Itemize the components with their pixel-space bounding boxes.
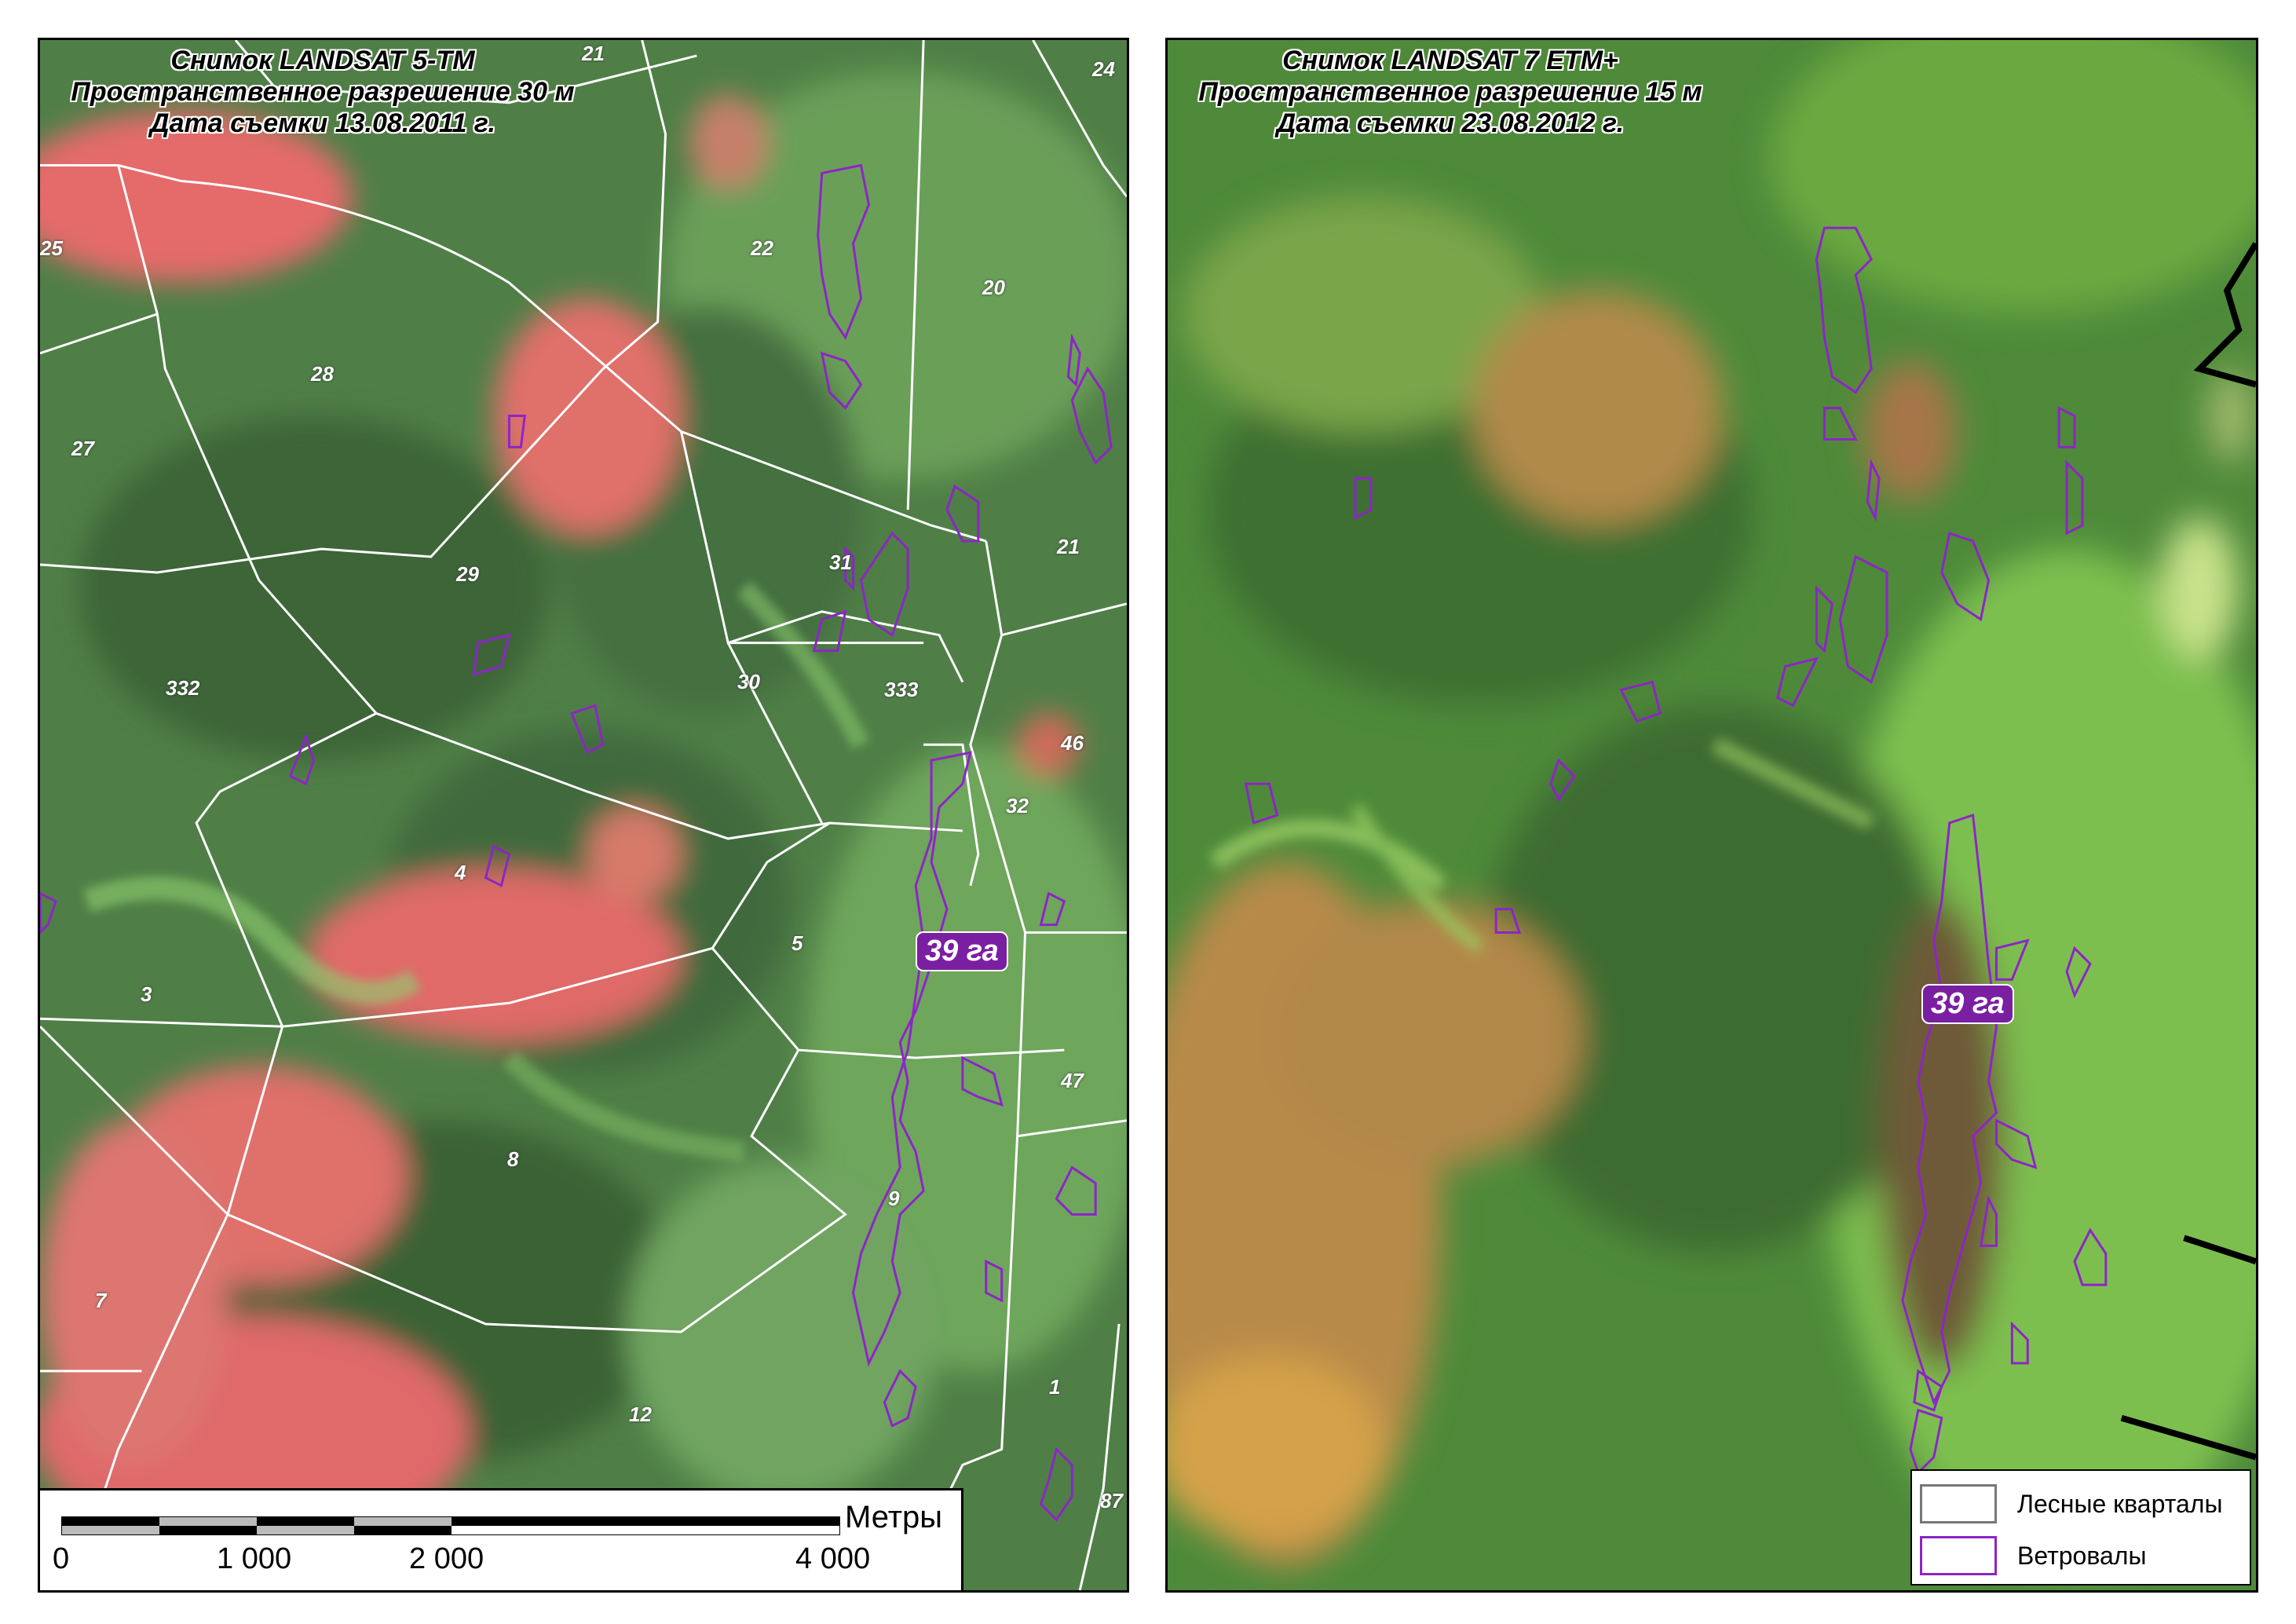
windthrow-area-label: 39 га: [1921, 984, 2014, 1024]
title-line-sensor: Снимок LANDSAT 5-TM: [170, 46, 475, 75]
scale-bar-unit: Метры: [845, 1500, 943, 1534]
scale-bar: Метры 0 1 000 2 000 4 000: [40, 1488, 963, 1590]
title-line-resolution: Пространственное разрешение 30 м: [71, 77, 575, 107]
quarter-label: 21: [582, 42, 605, 65]
quarter-label: 20: [982, 276, 1005, 299]
quarter-label: 12: [629, 1403, 652, 1426]
quarter-label: 24: [1092, 57, 1115, 81]
map-legend: Лесные кварталы Ветровалы: [1910, 1469, 2251, 1586]
quarter-label: 29: [456, 562, 479, 586]
quarter-label: 46: [1061, 731, 1084, 755]
quarter-label: 31: [829, 550, 852, 574]
title-line-sensor: Снимок LANDSAT 7 ETM+: [1282, 46, 1618, 75]
quarter-label: 27: [71, 437, 94, 460]
scale-bar-graphic: [61, 1516, 840, 1535]
quarter-label: 28: [311, 362, 334, 386]
quarter-label: 25: [40, 236, 63, 260]
image-title-landsat7: Снимок LANDSAT 7 ETM+ Пространственное р…: [1168, 45, 1733, 139]
legend-item-windthrow: Ветровалы: [1920, 1535, 2146, 1576]
quarter-label: 9: [888, 1187, 900, 1210]
quarter-label: 21: [1057, 535, 1080, 558]
image-title-landsat5: Снимок LANDSAT 5-TM Пространственное раз…: [40, 45, 605, 139]
title-line-date: Дата съемки 23.08.2012 г.: [1276, 108, 1625, 138]
quarter-label: 7: [95, 1289, 107, 1312]
scale-tick-label: 2 000: [409, 1542, 484, 1575]
satellite-image-landsat7: [1168, 40, 2256, 1590]
map-panel-landsat7: Снимок LANDSAT 7 ETM+ Пространственное р…: [1165, 38, 2258, 1593]
scale-tick-label: 0: [53, 1542, 70, 1575]
title-line-resolution: Пространственное разрешение 15 м: [1198, 77, 1702, 107]
quarter-label: 30: [737, 670, 760, 693]
scale-tick-label: 4 000: [795, 1542, 871, 1575]
legend-label: Лесные кварталы: [2017, 1489, 2223, 1518]
quarter-label: 22: [751, 236, 773, 260]
quarter-label: 8: [507, 1147, 519, 1171]
quarter-label: 3: [141, 982, 152, 1006]
scale-tick-label: 1 000: [217, 1542, 292, 1575]
title-line-date: Дата съемки 13.08.2011 г.: [150, 108, 495, 138]
satellite-image-landsat5: [40, 40, 1127, 1590]
quarter-label: 4: [455, 861, 466, 884]
quarter-label: 332: [166, 676, 200, 700]
quarter-label: 1: [1049, 1375, 1061, 1399]
legend-item-forest-quarters: Лесные кварталы: [1920, 1483, 2222, 1524]
quarter-label: 5: [792, 931, 803, 955]
quarter-label: 32: [1006, 794, 1029, 817]
quarter-label: 333: [884, 678, 919, 701]
map-panel-landsat5: Снимок LANDSAT 5-TM Пространственное раз…: [38, 38, 1129, 1593]
legend-swatch-purple-outline: [1920, 1536, 1997, 1575]
legend-label: Ветровалы: [2017, 1541, 2147, 1570]
quarter-label: 87: [1100, 1489, 1123, 1512]
quarter-label: 47: [1061, 1069, 1084, 1092]
windthrow-area-label: 39 га: [916, 931, 1008, 971]
legend-swatch-white-outline: [1920, 1484, 1997, 1523]
